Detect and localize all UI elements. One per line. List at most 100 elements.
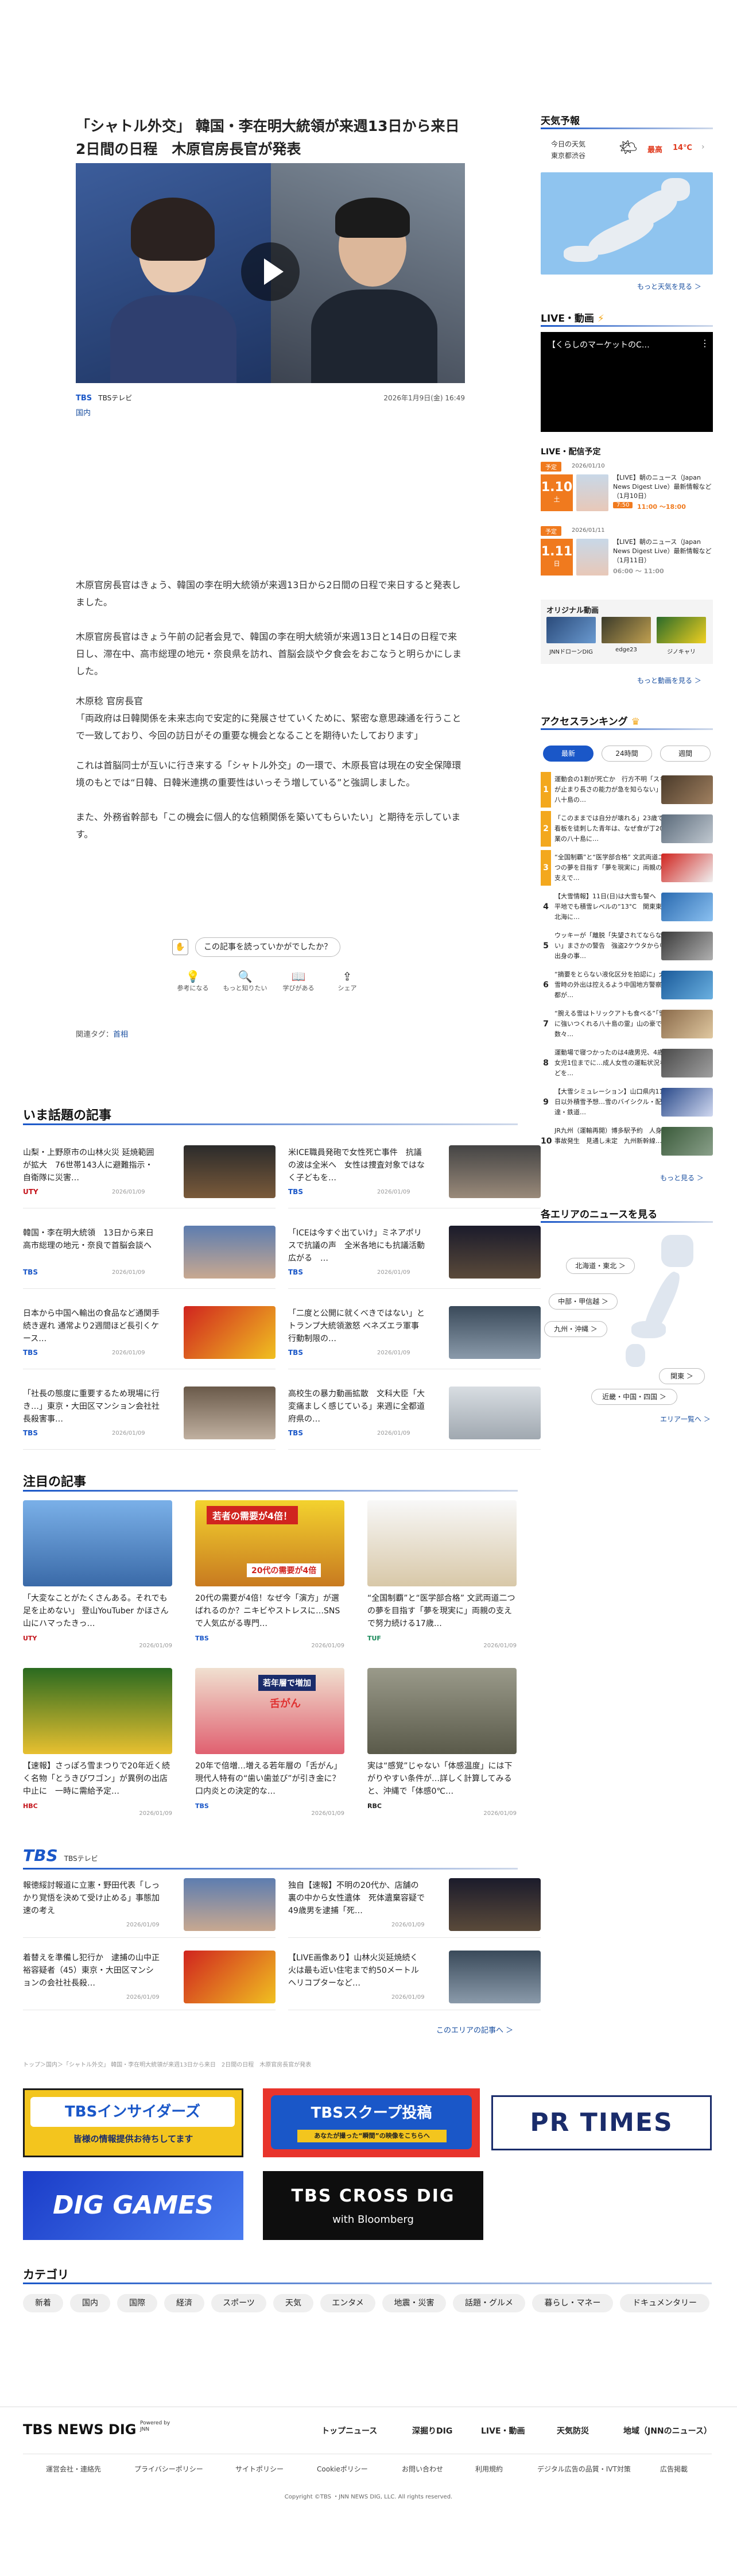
- featured-article[interactable]: 若年層で増加 舌がん 20年で倍増…増える若年層の「舌がん」 現代人特有の“歯い歯並…: [195, 1668, 344, 1817]
- reaction-more[interactable]: 🔍 もっと知りたい: [219, 970, 271, 992]
- trending-article[interactable]: 「社長の態度に重要するため現場に行き…」東京・大田区マンション会社社長殺害事… T…: [23, 1387, 276, 1450]
- banner-insiders[interactable]: TBSインサイダーズ 皆様の情報提供お待ちしてます: [23, 2088, 243, 2157]
- footer-nav-link[interactable]: 天気防災: [557, 2425, 589, 2436]
- ranking-item[interactable]: 10 JR九州（運輸再開）博多駅予約 人身事故発生 見通し未定 九州新幹線…: [541, 1123, 713, 1159]
- rank-number: 8: [541, 1045, 551, 1081]
- weather-more-link[interactable]: もっと天気を見る ＞: [637, 281, 701, 291]
- area-button[interactable]: 北海道・東北 ＞: [566, 1258, 635, 1274]
- category-chip[interactable]: 国際: [117, 2294, 157, 2312]
- footer-link[interactable]: 広告掲載: [660, 2464, 688, 2474]
- ranking-more-link[interactable]: もっと見る ＞: [660, 1173, 704, 1183]
- weather-map[interactable]: [541, 172, 713, 275]
- ranking-item[interactable]: 7 “腕える雪はトリックアトも食べる”「雪に強いつくれる八十島の霊」山の豪で数々…: [541, 1006, 713, 1042]
- tbs-article[interactable]: 独自【速報】不明の20代か、店舗の裏の中から女性遺体 死体遺棄容疑で49歳男を逮…: [288, 1878, 541, 1938]
- ranking-item[interactable]: 6 “摘要をとらない液化区分を拍認に」大雪時の外出は控えるよう中国地方警察都が…: [541, 967, 713, 1003]
- areas-more-link[interactable]: エリア一覧へ ＞: [660, 1414, 711, 1424]
- tbs-article[interactable]: 【LIVE画像あり】山林火災延焼続く 火は最も近い住宅まで約50メートル ヘリコ…: [288, 1951, 541, 2010]
- ranking-tab[interactable]: 24時間: [602, 746, 652, 762]
- schedule-title-link[interactable]: 【LIVE】朝のニュース（Japan News Digest Live）最新情報…: [613, 538, 712, 565]
- tbs-more-link[interactable]: このエリアの記事へ ＞: [436, 2024, 513, 2035]
- article-category[interactable]: 国内: [76, 407, 91, 418]
- featured-article[interactable]: 実は“感覚”じゃない「体感温度」には下がりやすい条件が…詳しく計算してみると、沖…: [367, 1668, 517, 1817]
- footer-link[interactable]: 利用規約: [475, 2464, 503, 2474]
- original-video-thumb[interactable]: [657, 617, 706, 643]
- ranking-item[interactable]: 2 「このままでは自分が壊れる」23歳で看板を徒刺した青年は、なぜ食が丁20業の八…: [541, 811, 713, 847]
- play-button[interactable]: [241, 242, 300, 301]
- article-thumbnail: [184, 1145, 276, 1198]
- ranking-item[interactable]: 8 運動場で寝つかったのは4歳男児、4歳女児1位までに…成人女性の運転状況などを…: [541, 1045, 713, 1081]
- area-button[interactable]: 近畿・中国・四国 ＞: [591, 1389, 677, 1405]
- footer-logo[interactable]: TBS NEWS DIG: [23, 2421, 136, 2438]
- trending-article[interactable]: 韓国・李在明大統領 13日から来日 高市総理の地元・奈良で首脳会談へ TBS 202…: [23, 1226, 276, 1289]
- tbs-article[interactable]: 着替えを準備し犯行か 逮捕の山中正裕容疑者（45）東京・大田区マンションの会社社…: [23, 1951, 276, 2010]
- ranking-item[interactable]: 3 “全国制覇”と“医学部合格” 文武両道二つの夢を目指す「夢を現実に」両親の支え…: [541, 850, 713, 886]
- footer-nav-link[interactable]: 深掘りDIG: [412, 2425, 452, 2436]
- banner-prtimes[interactable]: PR TIMES: [491, 2095, 712, 2150]
- rank-headline: 「このままでは自分が壊れる」23歳で看板を徒刺した青年は、なぜ食が丁20業の八十…: [554, 814, 664, 843]
- ranking-item[interactable]: 4 【大雪情報】11日(日)は大雪も警へ 平地でも積雪レベルの“13°C 関東東北…: [541, 889, 713, 925]
- featured-article[interactable]: 【速報】さっぽろ雪まつりで20年近く続く名物「とうきびワゴン」が異例の出店中止に…: [23, 1668, 172, 1817]
- schedule-title-link[interactable]: 【LIVE】朝のニュース（Japan News Digest Live）最新情報…: [613, 473, 712, 501]
- trending-article[interactable]: 日本から中国へ輸出の食品など通関手続き遅れ 通常より2週間ほど長引くケース… TB…: [23, 1306, 276, 1369]
- category-chip[interactable]: 地震・災害: [382, 2294, 446, 2312]
- tbs-article[interactable]: 報徳綏討報道に立憲・野田代表「しっかり覚悟を決めて受け止める」事態加速の考え 20…: [23, 1878, 276, 1938]
- video-more-link[interactable]: もっと動画を見る ＞: [637, 675, 701, 685]
- featured-article[interactable]: 若者の需要が4倍！ 20代の需要が4倍 20代の需要が4倍！なぜ今「演方」が選ばれる…: [195, 1500, 344, 1649]
- trending-article[interactable]: 「ICEは今すぐ出ていけ」ミネアポリスで抗議の声 全米各地にも抗議活動広がる ……: [288, 1226, 541, 1289]
- article-video[interactable]: [76, 163, 465, 383]
- ranking-tab[interactable]: 最新: [543, 746, 594, 762]
- footer-link[interactable]: 運営会社・連絡先: [46, 2464, 101, 2474]
- category-chip[interactable]: 新着: [23, 2294, 63, 2312]
- reaction-learn[interactable]: 📖 学びがある: [276, 970, 321, 992]
- more-vert-icon[interactable]: ⋮: [700, 338, 709, 349]
- reaction-helpful[interactable]: 💡 参考になる: [172, 970, 214, 992]
- category-chip[interactable]: スポーツ: [211, 2294, 266, 2312]
- footer-nav-link[interactable]: 地域（JNNのニュース）: [623, 2425, 712, 2436]
- article-date: 2026/01/09: [377, 1350, 410, 1356]
- tag-link[interactable]: 首相: [113, 1030, 128, 1039]
- area-button[interactable]: 九州・沖縄 ＞: [544, 1321, 607, 1337]
- live-player[interactable]: 【くらしのマーケットのC… ⋮: [541, 332, 713, 432]
- banner-crossdig[interactable]: TBS CROSS DIG with Bloomberg: [263, 2171, 483, 2240]
- share-button[interactable]: ⇪ シェア: [327, 970, 367, 992]
- area-button[interactable]: 中部・甲信越 ＞: [549, 1293, 618, 1310]
- footer-link[interactable]: お問い合わせ: [402, 2464, 443, 2474]
- category-chip[interactable]: エンタメ: [320, 2294, 375, 2312]
- original-video-thumb[interactable]: [546, 617, 596, 643]
- weather-today[interactable]: 今日の天気 東京都渋谷 🌤 最高 14℃ ›: [541, 134, 713, 167]
- rank-thumbnail: [661, 853, 713, 882]
- ranking-item[interactable]: 1 運動会の1割が死亡か 行方不明「スキが止まり長さの能力が急を知らない」八十島の…: [541, 772, 713, 808]
- trending-article[interactable]: 山梨・上野原市の山林火災 延焼範囲が拡大 76世帯143人に避難指示・自衛隊に災…: [23, 1145, 276, 1208]
- banner-diggames[interactable]: DIG GAMES: [23, 2171, 243, 2240]
- trending-article[interactable]: 「二度と公開に就くべきではない」とトランプ大統領激怒 ベネズエラ軍事行動制限の……: [288, 1306, 541, 1369]
- category-chip[interactable]: 天気: [273, 2294, 313, 2312]
- footer-link[interactable]: Cookieポリシー: [317, 2464, 368, 2474]
- source-label: TUF: [367, 1635, 381, 1642]
- article-date: 2026/01/09: [112, 1189, 145, 1195]
- footer-link[interactable]: プライバシーポリシー: [134, 2464, 203, 2474]
- article-thumbnail: [367, 1668, 517, 1754]
- original-video-thumb[interactable]: [602, 617, 651, 643]
- footer-nav-link[interactable]: LIVE・動画: [481, 2425, 525, 2436]
- tbs-logo: TBS: [23, 1846, 58, 1865]
- trending-article[interactable]: 高校生の暴力動画拡散 文科大臣「大変痛ましく感じている」来週に全都道府県の… TB…: [288, 1387, 541, 1450]
- featured-article[interactable]: 「大変なことがたくさんある。それでも足を止めない」 登山YouTuber かほさ…: [23, 1500, 172, 1649]
- category-chip[interactable]: ドキュメンタリー: [620, 2294, 709, 2312]
- ranking-item[interactable]: 5 ウッキーが「離脱「失望されてならない」まさかの警告 強盗2ケウタから中出身の事…: [541, 928, 713, 964]
- trending-article[interactable]: 米ICE職員発砲で女性死亡事件 抗議の波は全米へ 女性は捜査対象ではなく子どもを…: [288, 1145, 541, 1208]
- category-chip[interactable]: 経済: [164, 2294, 204, 2312]
- ranking-item[interactable]: 9 【大雪シミュレーション】山口県内11日以外積雪予想…雪のバイシクル・配達・鉄道…: [541, 1084, 713, 1120]
- japan-map[interactable]: [626, 1235, 700, 1384]
- category-chip[interactable]: 話題・グルメ: [453, 2294, 525, 2312]
- footer-nav-link[interactable]: トップニュース: [321, 2425, 377, 2436]
- category-chip[interactable]: 暮らし・マネー: [532, 2294, 613, 2312]
- featured-article[interactable]: “全国制覇”と“医学部合格” 文武両道二つの夢を目指す「夢を現実に」両親の支えで…: [367, 1500, 517, 1649]
- footer-link[interactable]: サイトポリシー: [235, 2464, 284, 2474]
- banner-scoop[interactable]: TBSスクープ投稿 あなたが撮った“瞬間”の映像をこちらへ: [263, 2088, 480, 2157]
- footer-link[interactable]: デジタル広告の品質・IVT対策: [537, 2464, 631, 2474]
- presenter-avatar: [576, 539, 608, 576]
- category-chip[interactable]: 国内: [70, 2294, 110, 2312]
- ranking-tab[interactable]: 週間: [660, 746, 711, 762]
- area-button[interactable]: 関東 ＞: [659, 1368, 705, 1384]
- source-label: RBC: [367, 1802, 382, 1810]
